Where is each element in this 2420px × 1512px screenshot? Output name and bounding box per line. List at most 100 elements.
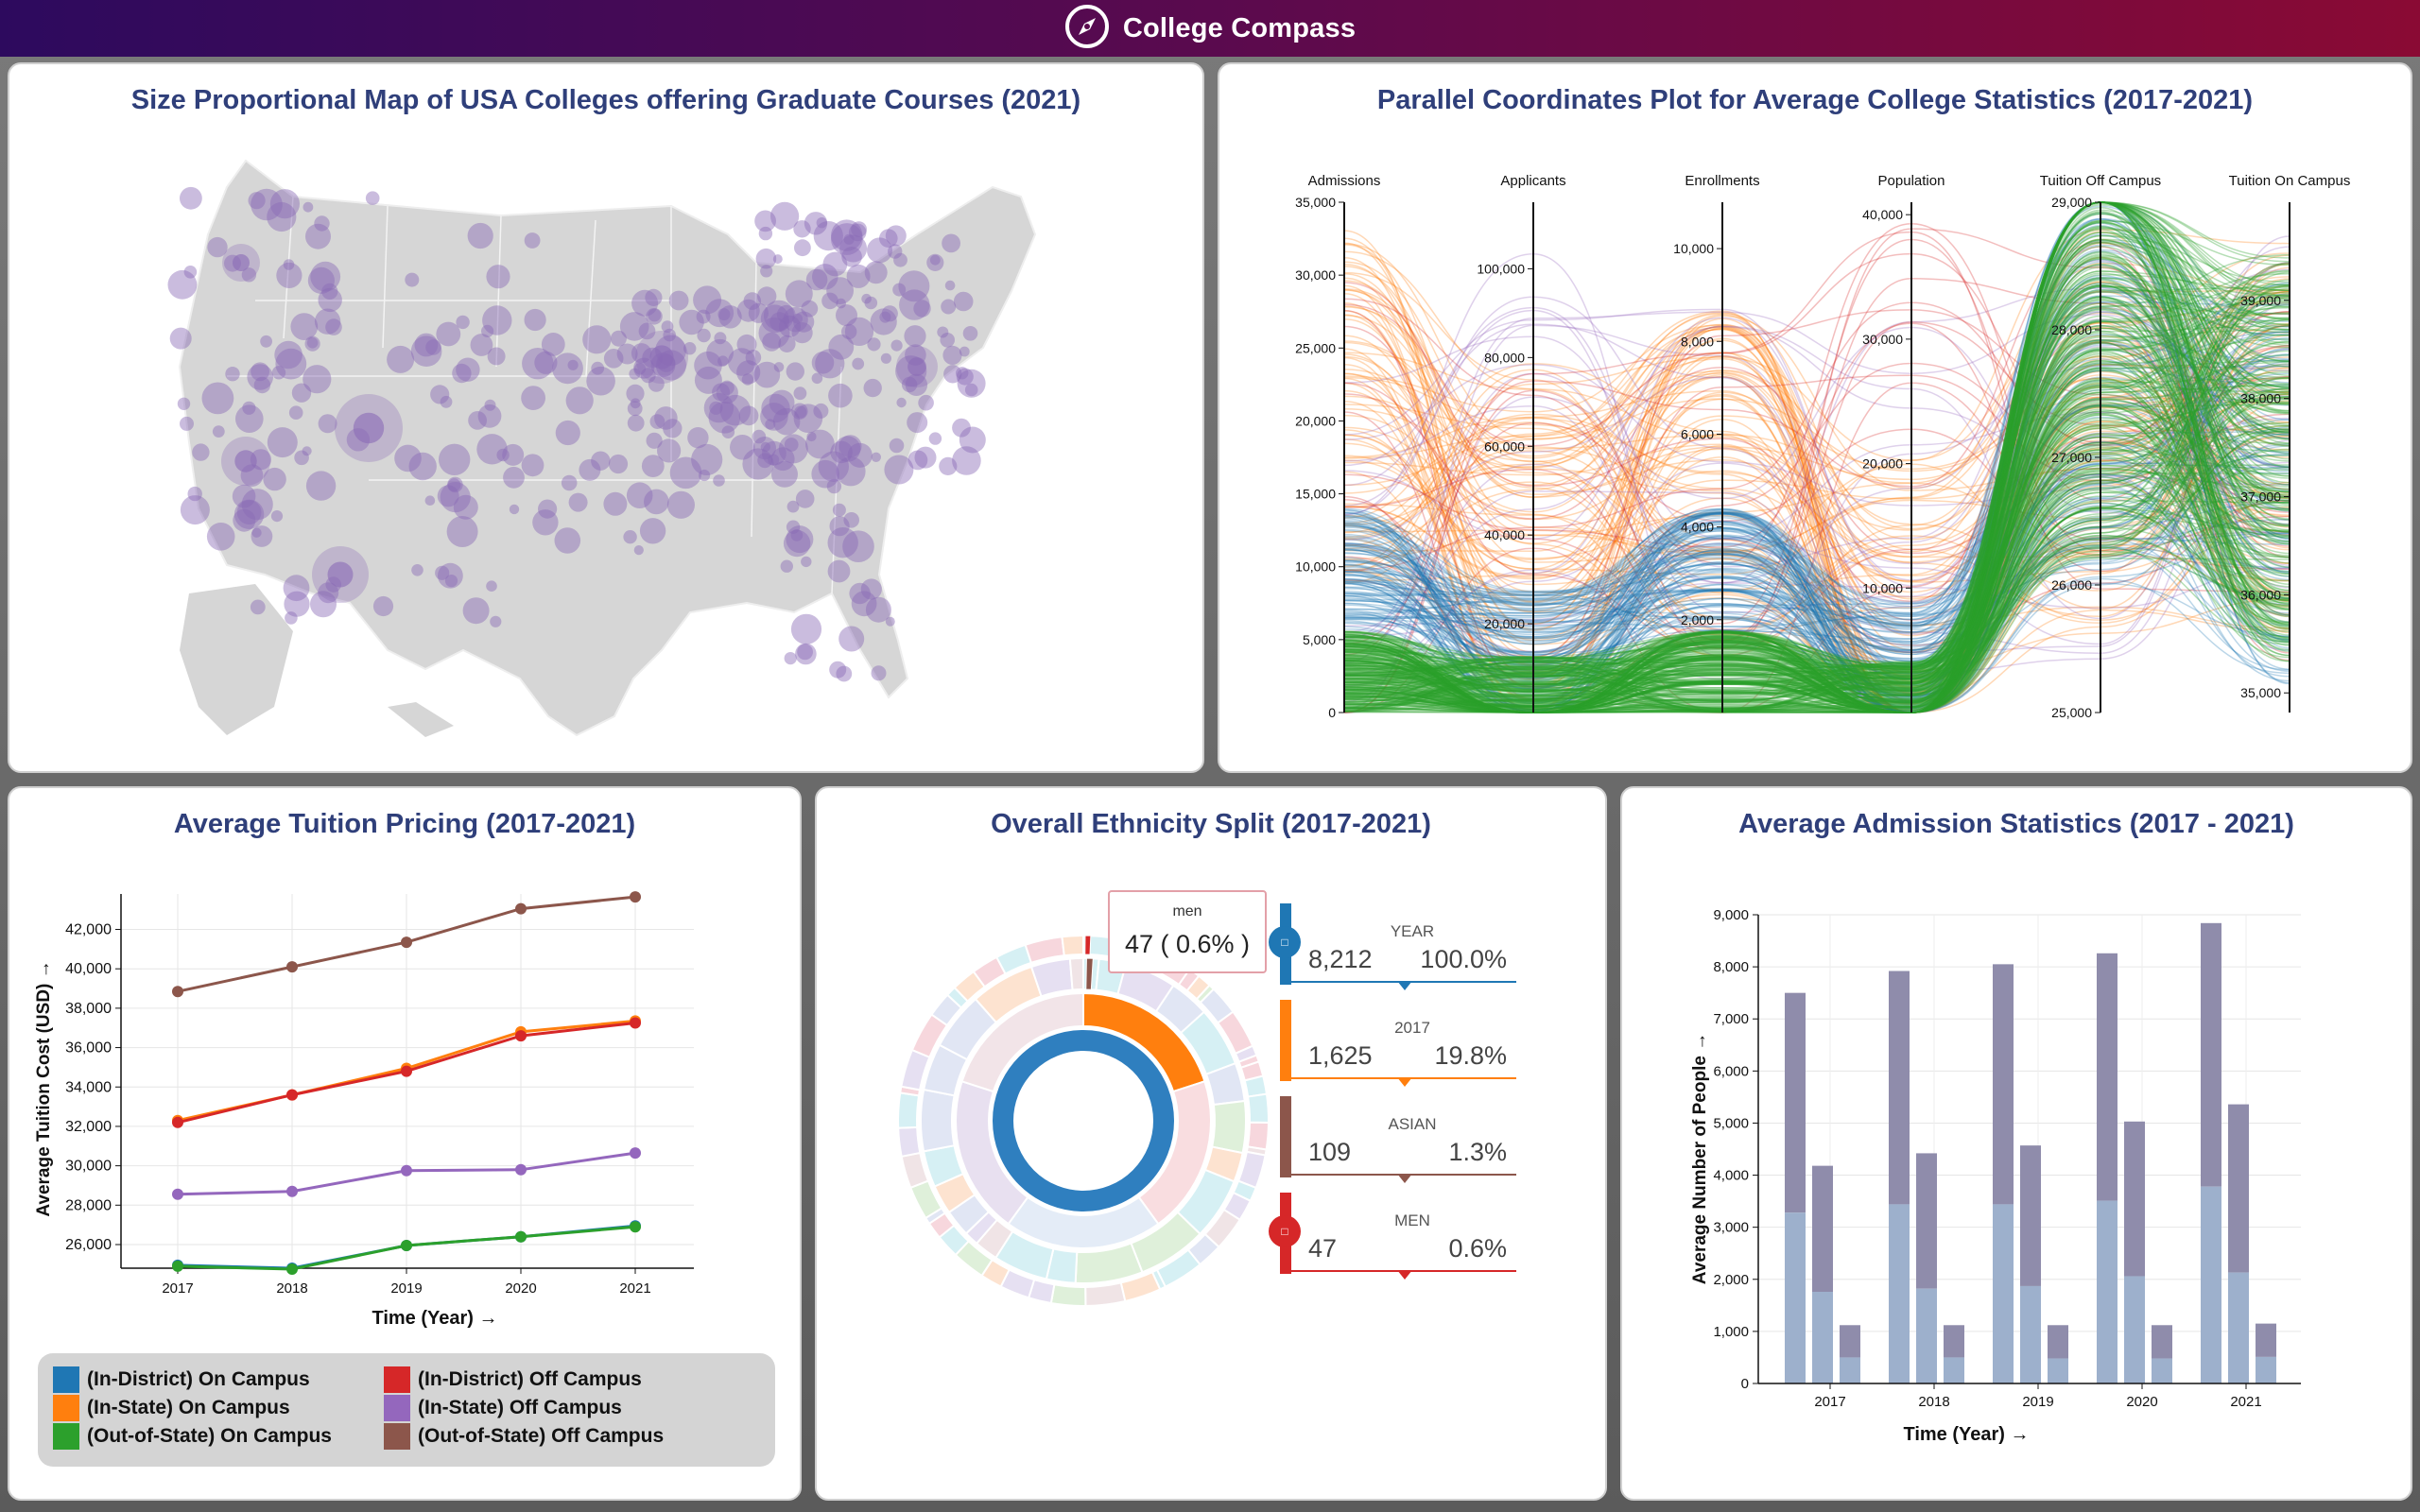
- college-bubble: [956, 367, 969, 380]
- breadcrumb-percent: 1.3%: [1448, 1138, 1507, 1166]
- pc-tick-label: 36,000: [2240, 587, 2281, 602]
- brand[interactable]: College Compass: [1064, 4, 1356, 54]
- college-bubble: [201, 382, 234, 415]
- usa-map[interactable]: [9, 64, 1204, 773]
- tooltip-value: 47 ( 0.6% ): [1124, 930, 1251, 958]
- college-bubble: [908, 357, 926, 376]
- ethnicity-panel: Overall Ethnicity Split (2017-2021) men …: [815, 786, 1607, 1501]
- college-bubble: [267, 427, 298, 458]
- legend-item[interactable]: (In-District) Off Campus: [384, 1366, 642, 1393]
- pc-axis-label: Enrollments: [1685, 173, 1759, 189]
- legend-item[interactable]: (In-State) Off Campus: [384, 1395, 622, 1421]
- pc-tick-label: 29,000: [2051, 195, 2092, 210]
- college-bubble: [962, 326, 978, 341]
- tuition-panel: Average Tuition Pricing (2017-2021) 2017…: [8, 786, 802, 1501]
- admission-bar-base: [2201, 1186, 2221, 1383]
- breadcrumb-handle-icon[interactable]: □: [1269, 926, 1301, 958]
- pc-tick-label: 10,000: [1295, 559, 1336, 575]
- college-bubble: [251, 525, 273, 547]
- sunburst-center-ring: [993, 1030, 1174, 1211]
- college-bubble: [964, 383, 978, 397]
- college-bubble: [829, 661, 847, 679]
- college-bubble: [567, 359, 579, 370]
- college-bubble: [890, 339, 903, 352]
- admission-bar-base: [1840, 1357, 1860, 1383]
- legend-item[interactable]: (Out-of-State) Off Campus: [384, 1423, 664, 1450]
- breadcrumb-color-bar: [1280, 1000, 1291, 1081]
- college-bubble: [815, 349, 845, 379]
- college-bubble: [405, 272, 420, 287]
- legend-item[interactable]: (Out-of-State) On Campus: [53, 1423, 332, 1450]
- college-bubble: [838, 626, 865, 652]
- college-bubble: [470, 334, 493, 356]
- pc-axis-label: Population: [1878, 173, 1945, 189]
- college-bubble: [446, 516, 478, 547]
- legend-item[interactable]: (In-State) On Campus: [53, 1395, 290, 1421]
- college-bubble: [430, 385, 450, 404]
- pc-tick-label: 6,000: [1681, 426, 1714, 441]
- college-bubble: [668, 290, 689, 311]
- pc-tick-label: 8,000: [1681, 334, 1714, 349]
- college-bubble: [786, 362, 804, 381]
- breadcrumb-item[interactable]: MEN 47 0.6% □: [1269, 1193, 1516, 1280]
- admission-bar-top: [2097, 953, 2118, 1201]
- college-bubble: [805, 268, 828, 291]
- college-bubble: [521, 386, 545, 410]
- tuition-point: [401, 936, 412, 949]
- admission-bar-top: [2048, 1325, 2068, 1359]
- map-panel: Size Proportional Map of USA Colleges of…: [8, 62, 1204, 773]
- breadcrumb-item[interactable]: 2017 1,625 19.8%: [1280, 1000, 1516, 1087]
- tuition-x-axis-label: Time (Year) →: [372, 1308, 497, 1329]
- college-bubble: [959, 346, 970, 357]
- legend-label: (In-State) Off Campus: [418, 1397, 622, 1418]
- college-bubble: [880, 352, 892, 364]
- pc-tick-label: 25,000: [1295, 340, 1336, 355]
- college-bubble: [893, 252, 908, 267]
- college-bubble: [302, 201, 314, 213]
- college-bubble: [645, 288, 663, 306]
- breadcrumb-item[interactable]: ASIAN 109 1.3%: [1280, 1096, 1516, 1183]
- admission-x-tick-label: 2019: [2022, 1394, 2053, 1410]
- admission-y-tick-label: 2,000: [1713, 1272, 1749, 1288]
- tuition-y-tick-label: 34,000: [65, 1079, 112, 1095]
- admission-bar-chart[interactable]: 0 1,000 2,000 3,000 4,000 5,000 6,000 7,000 8,00…: [1622, 788, 2412, 1501]
- tuition-y-tick-label: 30,000: [65, 1159, 112, 1175]
- breadcrumb-pointer: [1397, 1270, 1412, 1280]
- tuition-point: [630, 1017, 641, 1029]
- admission-bar-top: [2152, 1325, 2172, 1359]
- college-bubble: [849, 582, 871, 605]
- pc-axis-label: Tuition Off Campus: [2040, 173, 2161, 189]
- admission-bar-base: [1993, 1204, 2014, 1383]
- college-bubble: [318, 414, 337, 434]
- legend-item[interactable]: (In-District) On Campus: [53, 1366, 310, 1393]
- pc-tick-label: 2,000: [1681, 612, 1714, 627]
- parallel-coordinates-chart[interactable]: Admissions 0 5,000 10,000 15,000 20,000 25,000…: [1219, 64, 2412, 773]
- breadcrumb-item[interactable]: YEAR 8,212 100.0% □: [1269, 903, 1516, 990]
- admission-bar-base: [2020, 1285, 2041, 1383]
- pc-tick-label: 10,000: [1673, 241, 1714, 256]
- college-bubble: [730, 435, 755, 460]
- admission-bar-top: [1916, 1153, 1937, 1289]
- college-bubble: [623, 530, 637, 544]
- college-bubble: [524, 308, 546, 332]
- admission-bar-top: [2228, 1104, 2249, 1273]
- college-bubble: [942, 233, 960, 253]
- college-bubble: [321, 283, 338, 300]
- college-bubble: [183, 266, 198, 279]
- college-bubble: [801, 556, 812, 568]
- admission-bar-base: [1812, 1292, 1833, 1383]
- admission-bar-top: [2124, 1121, 2145, 1277]
- college-bubble: [314, 215, 330, 232]
- admission-y-axis-label: Average Number of People →: [1690, 1033, 1710, 1284]
- pc-tick-label: 40,000: [1484, 527, 1525, 542]
- college-bubble: [691, 443, 723, 475]
- pc-tick-label: 20,000: [1295, 413, 1336, 428]
- legend-swatch: [53, 1395, 79, 1421]
- tuition-y-tick-label: 32,000: [65, 1119, 112, 1135]
- college-bubble: [714, 332, 727, 345]
- college-bubble: [832, 503, 846, 517]
- pc-lines: [1343, 201, 2290, 713]
- college-bubble: [784, 652, 797, 665]
- tuition-line-chart[interactable]: 2017 2018 2019 2020 2021 26,000 28,000 30,000 32…: [9, 788, 802, 1346]
- breadcrumb-handle-icon[interactable]: □: [1269, 1215, 1301, 1247]
